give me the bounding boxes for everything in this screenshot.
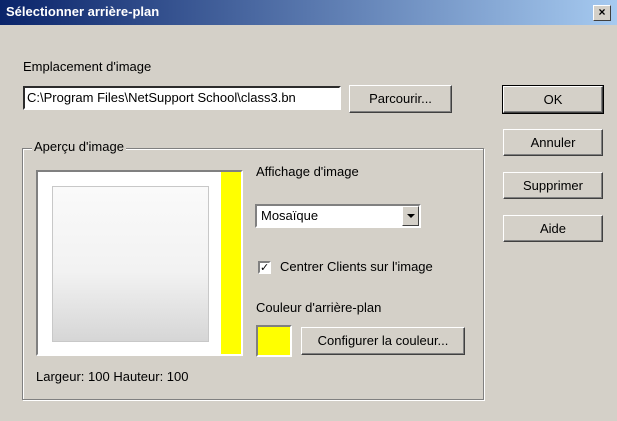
location-label: Emplacement d'image — [23, 59, 152, 74]
display-mode-select[interactable]: Mosaïque — [255, 204, 421, 228]
display-mode-value: Mosaïque — [261, 208, 319, 223]
cancel-button[interactable]: Annuler — [503, 129, 603, 156]
title-bar: Sélectionner arrière-plan × — [0, 0, 617, 25]
preview-group-label: Aperçu d'image — [32, 139, 126, 154]
background-color-label: Couleur d'arrière-plan — [256, 300, 382, 315]
close-button[interactable]: × — [593, 5, 611, 21]
background-color-swatch — [256, 325, 292, 357]
center-clients-checkbox[interactable]: ✓ — [258, 261, 271, 274]
ok-button[interactable]: OK — [502, 85, 604, 114]
preview-image — [52, 186, 209, 342]
help-button[interactable]: Aide — [503, 215, 603, 242]
delete-button[interactable]: Supprimer — [503, 172, 603, 199]
preview-background-strip — [221, 172, 241, 354]
window-title: Sélectionner arrière-plan — [6, 4, 160, 19]
center-clients-label: Centrer Clients sur l'image — [280, 259, 433, 274]
chevron-down-icon[interactable] — [402, 206, 419, 226]
configure-color-button[interactable]: Configurer la couleur... — [301, 327, 465, 355]
image-path-input[interactable]: C:\Program Files\NetSupport School\class… — [23, 86, 341, 110]
browse-button[interactable]: Parcourir... — [349, 85, 452, 113]
image-size-text: Largeur: 100 Hauteur: 100 — [36, 369, 189, 384]
display-label: Affichage d'image — [256, 164, 359, 179]
